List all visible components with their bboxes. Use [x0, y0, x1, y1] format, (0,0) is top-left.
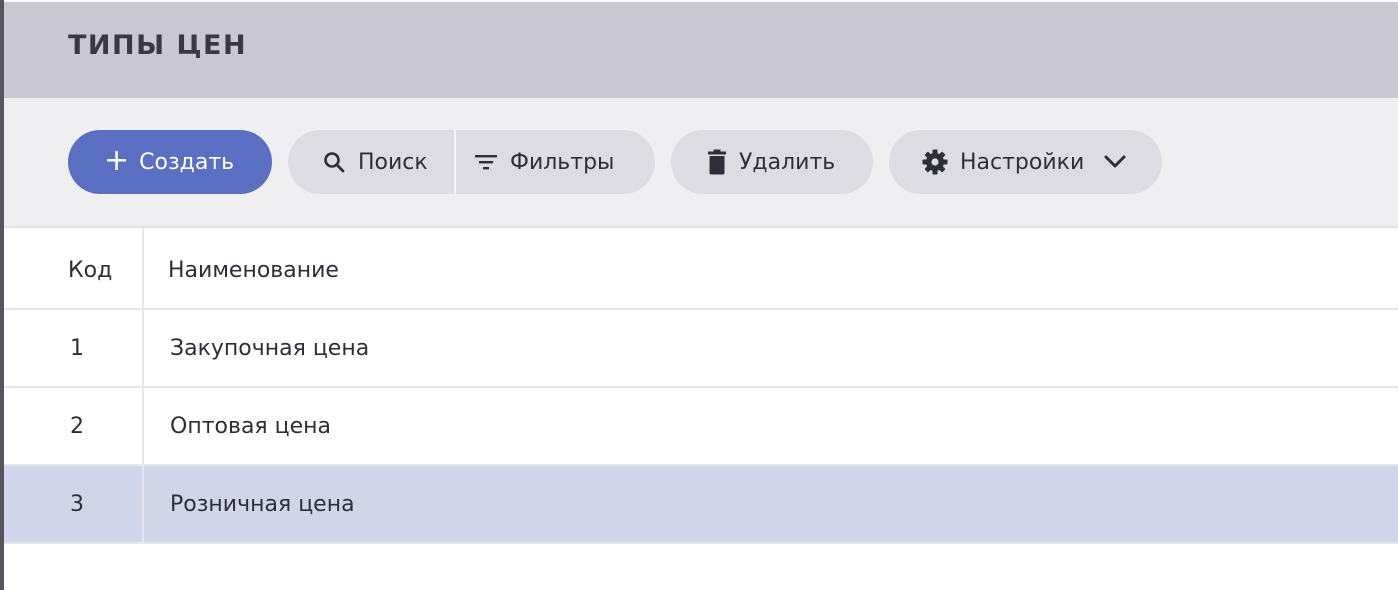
- cell-code: 3: [4, 466, 144, 542]
- search-filter-group: Поиск Фильтры: [288, 130, 655, 194]
- delete-button-label: Удалить: [739, 149, 836, 175]
- create-button[interactable]: + Создать: [68, 130, 272, 194]
- search-button[interactable]: Поиск: [288, 130, 456, 194]
- cell-code: 1: [4, 310, 144, 386]
- trash-icon: [707, 149, 727, 175]
- settings-button[interactable]: Настройки: [889, 130, 1162, 194]
- delete-button[interactable]: Удалить: [671, 130, 873, 194]
- cell-name: Закупочная цена: [170, 335, 370, 361]
- price-types-table: Код Наименование 1 Закупочная цена 2 Опт…: [4, 228, 1398, 544]
- column-header-code[interactable]: Код: [4, 228, 144, 308]
- plus-icon: +: [104, 142, 130, 178]
- gear-icon: [922, 149, 948, 175]
- filters-button[interactable]: Фильтры: [456, 130, 614, 194]
- filters-button-label: Фильтры: [510, 149, 615, 175]
- cell-name: Розничная цена: [170, 491, 355, 517]
- search-icon: [322, 150, 346, 174]
- table-row[interactable]: 2 Оптовая цена: [4, 388, 1398, 466]
- filter-icon: [474, 152, 498, 172]
- toolbar: + Создать Поиск Фильтры Удалить Настройк…: [4, 98, 1398, 228]
- chevron-down-icon[interactable]: [1104, 155, 1126, 169]
- page-title: ТИПЫ ЦЕН: [68, 30, 248, 61]
- page-header: ТИПЫ ЦЕН: [4, 0, 1398, 98]
- column-header-name[interactable]: Наименование: [144, 228, 1398, 308]
- table-row[interactable]: 1 Закупочная цена: [4, 310, 1398, 388]
- create-button-label: Создать: [139, 149, 235, 175]
- table-row-selected[interactable]: 3 Розничная цена: [4, 466, 1398, 544]
- cell-code: 2: [4, 388, 144, 464]
- table-header-row: Код Наименование: [4, 228, 1398, 310]
- cell-name: Оптовая цена: [170, 413, 332, 439]
- search-button-label: Поиск: [358, 149, 428, 175]
- settings-button-label: Настройки: [960, 149, 1085, 175]
